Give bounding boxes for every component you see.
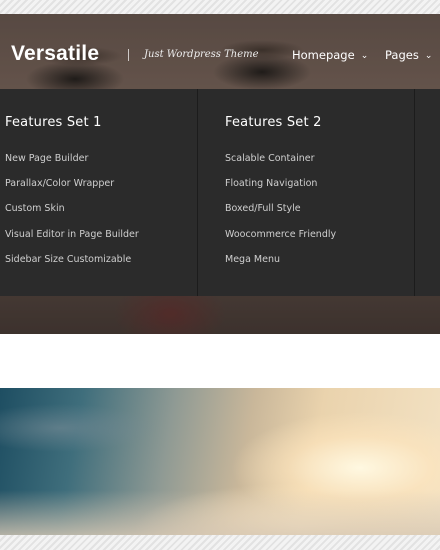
column-link-list: New Page Builder Parallax/Color Wrapper … bbox=[5, 152, 139, 278]
menu-link-mega-menu[interactable]: Mega Menu bbox=[225, 253, 336, 278]
chevron-down-icon: ⌄ bbox=[424, 51, 433, 61]
mega-menu-dropdown: Features Set 1 New Page Builder Parallax… bbox=[0, 89, 440, 296]
menu-link-boxed-full-style[interactable]: Boxed/Full Style bbox=[225, 202, 336, 227]
column-link-list: Scalable Container Floating Navigation B… bbox=[225, 152, 336, 278]
menu-link-visual-editor[interactable]: Visual Editor in Page Builder bbox=[5, 228, 139, 253]
menu-link-custom-skin[interactable]: Custom Skin bbox=[5, 202, 139, 227]
mega-menu-column-1: Features Set 1 New Page Builder Parallax… bbox=[0, 89, 198, 296]
nav-item-pages-label: Pages bbox=[385, 48, 419, 62]
nav-item-homepage[interactable]: Homepage ⌄ bbox=[292, 48, 368, 62]
nav-item-pages[interactable]: Pages ⌄ bbox=[385, 48, 432, 62]
nav-item-homepage-label: Homepage bbox=[292, 48, 355, 62]
column-title: Features Set 1 bbox=[5, 115, 102, 130]
mega-menu-column-3 bbox=[415, 89, 440, 296]
menu-link-floating-navigation[interactable]: Floating Navigation bbox=[225, 177, 336, 202]
menu-link-parallax-color-wrapper[interactable]: Parallax/Color Wrapper bbox=[5, 177, 139, 202]
menu-link-woocommerce-friendly[interactable]: Woocommerce Friendly bbox=[225, 228, 336, 253]
sky-bottom-haze bbox=[0, 490, 440, 535]
chevron-down-icon: ⌄ bbox=[360, 51, 369, 61]
site-logo[interactable]: Versatile bbox=[11, 42, 99, 66]
logo-separator bbox=[128, 49, 129, 61]
menu-link-scalable-container[interactable]: Scalable Container bbox=[225, 152, 336, 177]
menu-link-new-page-builder[interactable]: New Page Builder bbox=[5, 152, 139, 177]
site-tagline: Just Wordpress Theme bbox=[144, 49, 259, 60]
menu-link-sidebar-size[interactable]: Sidebar Size Customizable bbox=[5, 253, 139, 278]
top-pattern-strip bbox=[0, 0, 440, 14]
bottom-pattern-strip bbox=[0, 535, 440, 550]
mega-menu-column-2: Features Set 2 Scalable Container Floati… bbox=[198, 89, 415, 296]
sky-banner-image bbox=[0, 388, 440, 535]
column-title: Features Set 2 bbox=[225, 115, 322, 130]
